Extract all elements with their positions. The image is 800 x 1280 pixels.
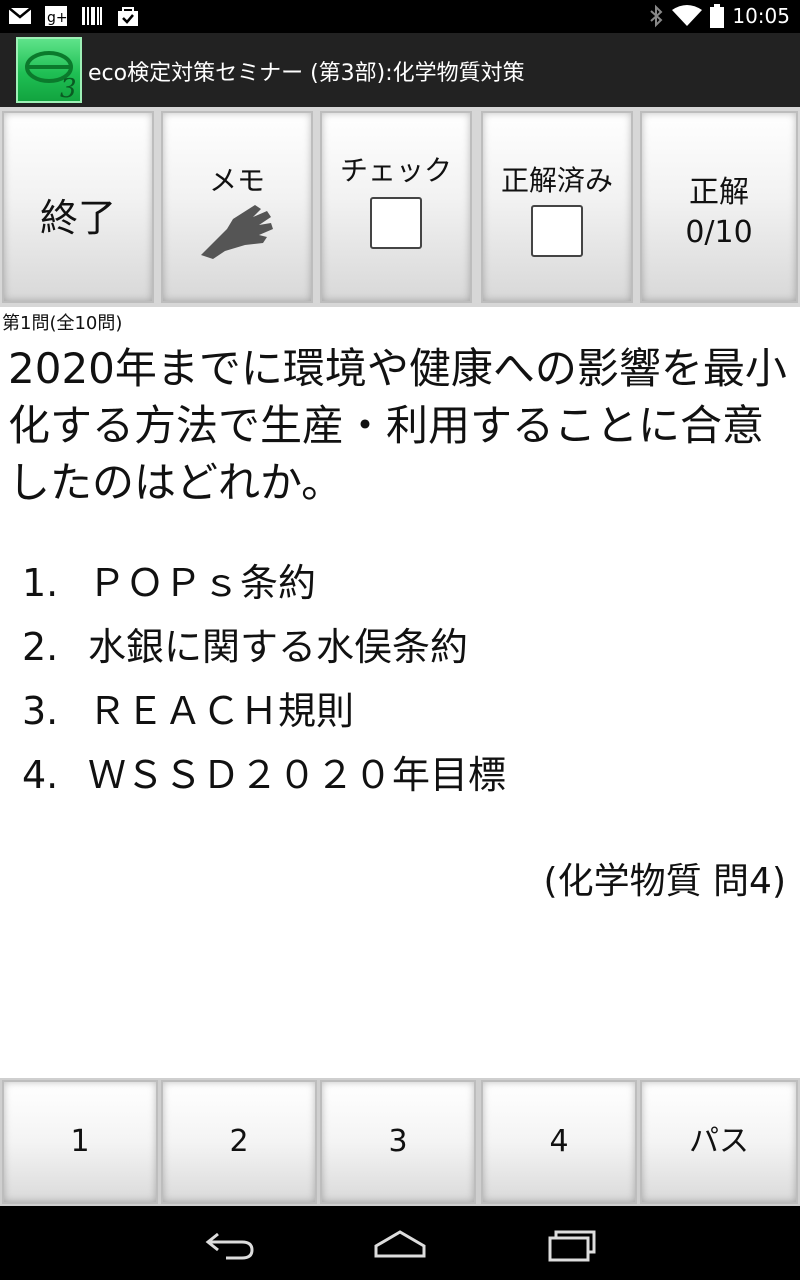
choice-text: 水銀に関する水俣条約 (88, 625, 469, 669)
choice-item: 2. 水銀に関する水俣条約 (22, 620, 506, 684)
choice-number: 1. (22, 561, 59, 605)
barcode-icon (82, 7, 102, 25)
choice-text: ＷＳＳＤ２０２０年目標 (88, 753, 507, 797)
memo-button-label: メモ (208, 164, 265, 197)
choice-number: 3. (22, 689, 59, 733)
choice-item: 1. ＰＯＰｓ条約 (22, 556, 506, 620)
app-title: eco検定対策セミナー (第3部):化学物質対策 (88, 61, 525, 86)
answer-button-2[interactable]: 2 (161, 1080, 317, 1204)
choice-item: 4. ＷＳＳＤ２０２０年目標 (22, 748, 506, 812)
answer-button-4[interactable]: 4 (481, 1080, 637, 1204)
correct-count-button[interactable]: 正解 0/10 (640, 111, 798, 303)
toolbar: 終了 メモ チェック 正解済み 正解 0/10 (0, 107, 800, 307)
end-button-label: 終了 (39, 196, 116, 240)
choice-number: 2. (22, 625, 59, 669)
app-logo-icon: 3 (16, 37, 82, 103)
answer-button-3[interactable]: 3 (320, 1080, 476, 1204)
question-source: (化学物質 問4) (543, 861, 786, 902)
app-logo-digit: 3 (60, 74, 77, 101)
end-button[interactable]: 終了 (2, 111, 154, 303)
app-title-bar: 3 eco検定対策セミナー (第3部):化学物質対策 (0, 33, 800, 107)
answer-bar: 1 2 3 4 パス (0, 1078, 800, 1206)
answer-button-1[interactable]: 1 (2, 1080, 158, 1204)
wifi-icon (672, 5, 703, 26)
recent-apps-icon[interactable] (542, 1224, 602, 1264)
correct-count: 0/10 (685, 215, 753, 250)
status-time: 10:05 (732, 4, 790, 28)
check-checkbox[interactable] (370, 197, 422, 249)
choice-text: ＲＥＡＣＨ規則 (88, 689, 355, 733)
svg-text:g+: g+ (47, 10, 68, 26)
pass-button[interactable]: パス (640, 1080, 798, 1204)
check-button[interactable]: チェック (320, 111, 472, 303)
battery-icon (710, 4, 725, 28)
choice-number: 4. (22, 753, 59, 797)
question-number: 第1問(全10問) (2, 313, 123, 334)
back-icon[interactable] (200, 1224, 260, 1264)
choice-list: 1. ＰＯＰｓ条約 2. 水銀に関する水俣条約 3. ＲＥＡＣＨ規則 4. ＷＳ… (22, 556, 506, 812)
check-button-label: チェック (339, 154, 452, 187)
navigation-bar (0, 1206, 800, 1280)
answered-button[interactable]: 正解済み (481, 111, 633, 303)
answered-button-label: 正解済み (500, 164, 613, 197)
bluetooth-icon (650, 4, 663, 28)
question-text: 2020年までに環境や健康への影響を最小化する方法で生産・利用することに合意した… (8, 344, 787, 507)
choice-text: ＰＯＰｓ条約 (88, 561, 317, 605)
gmail-icon (8, 7, 32, 24)
correct-label: 正解 (689, 175, 749, 210)
home-icon[interactable] (370, 1224, 430, 1264)
correct-count-box: 正解 0/10 (642, 173, 796, 253)
google-plus-icon: g+ (45, 6, 68, 26)
status-bar: g+ 10:05 (0, 0, 800, 33)
choice-item: 3. ＲＥＡＣＨ規則 (22, 684, 506, 748)
shopping-bag-icon (118, 7, 138, 26)
memo-button[interactable]: メモ (161, 111, 313, 303)
pointing-hand-icon (201, 205, 273, 259)
answered-checkbox[interactable] (531, 205, 583, 257)
